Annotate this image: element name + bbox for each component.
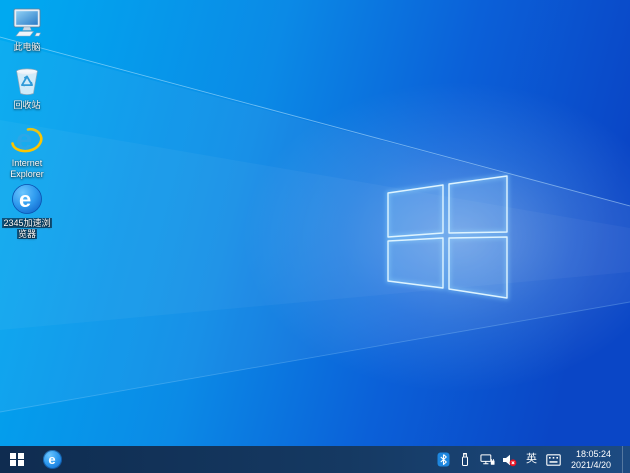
ime-keyboard-icon[interactable] [546,446,561,473]
system-tray: 英 18:05:24 2021/4/20 [436,446,630,473]
tray-clock[interactable]: 18:05:24 2021/4/20 [568,449,615,470]
this-pc-icon [13,8,41,37]
tray-date: 2021/4/20 [570,459,611,470]
show-desktop-button[interactable] [622,446,628,473]
windows-start-icon [10,452,24,467]
svg-text:e: e [19,187,31,212]
language-indicator[interactable]: 英 [524,446,539,473]
recycle-bin-icon [16,68,38,95]
bluetooth-icon[interactable] [436,446,451,473]
network-icon[interactable] [480,446,495,473]
desktop-icon-2345-browser[interactable]: e 2345加速浏览器 [0,182,59,240]
icon-label: Internet Explorer [10,158,44,179]
icon-label: 此电脑 [13,42,41,52]
taskbar: e 英 18:05:24 2021/4/20 [0,446,630,473]
taskbar-app-2345-browser[interactable]: e [34,446,70,473]
desktop-icon-this-pc[interactable]: 此电脑 [0,6,59,53]
icon-label: 回收站 [13,100,41,110]
2345-browser-icon: e [12,184,42,214]
browser-e-icon: e [42,450,62,469]
wallpaper-image [0,0,630,473]
internet-explorer-icon: e [11,124,43,156]
desktop[interactable]: 此电脑 回收站 e Internet Explorer e 2345加速浏览器 … [0,0,630,473]
volume-muted-icon[interactable] [502,446,517,473]
desktop-icon-internet-explorer[interactable]: e Internet Explorer [0,122,59,180]
start-button[interactable] [0,446,34,473]
icon-label: 2345加速浏览器 [2,218,52,239]
tray-time: 18:05:24 [575,449,611,459]
desktop-icon-recycle-bin[interactable]: 回收站 [0,64,59,111]
usb-device-icon[interactable] [458,446,473,473]
